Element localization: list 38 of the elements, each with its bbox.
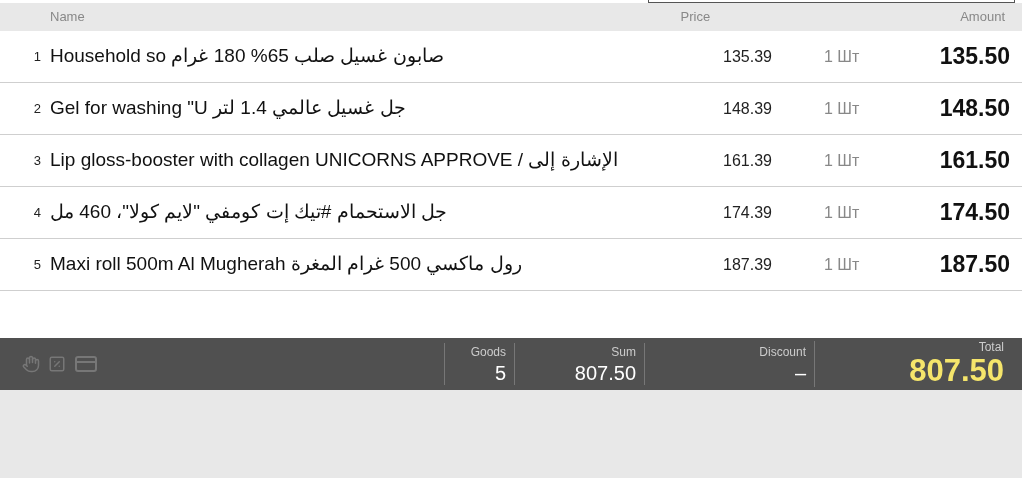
- total-value: 807.50: [909, 353, 1004, 389]
- amount-cell-text: 135.50: [938, 42, 1011, 72]
- quantity-cell-text: 1 Шт: [823, 254, 861, 275]
- amount-cell-text: 161.50: [938, 146, 1011, 176]
- amount-cell-text: 148.50: [938, 94, 1011, 124]
- product-name: Household so صابون غسيل صلب 65% 180 غرام: [50, 44, 445, 69]
- product-name: جل الاستحمام #تيك إت كومفي "لايم كولا"، 460 مل: [50, 200, 448, 225]
- product-name: Lip gloss-booster with collagen UNICORNS APPROVE / الإشارة إلى: [50, 148, 619, 173]
- column-header[interactable]: Amount: [960, 7, 1005, 27]
- sum-value: 807.50: [574, 361, 636, 385]
- price-cell-text: 148.39: [722, 98, 772, 119]
- row-number: 1: [32, 47, 42, 66]
- total-label: Total: [978, 341, 1004, 353]
- row-number: 5: [32, 255, 42, 274]
- amount-cell-text: 174.50: [938, 198, 1011, 228]
- percent-icon[interactable]: [48, 355, 66, 373]
- row-number: 3: [32, 151, 42, 170]
- discount-label: Discount: [759, 344, 806, 361]
- quantity-cell-text: 1 Шт: [823, 46, 861, 67]
- product-name: Maxi roll 500m Al Mugherah رول ماكسي 500 غرام المغرة: [50, 252, 523, 277]
- product-name: Gel for washing "U جل غسيل عالمي 1.4 لتر: [50, 96, 407, 121]
- quantity-cell-text: 1 Шт: [823, 98, 861, 119]
- row-number: 4: [32, 203, 42, 222]
- price-cell-text: 135.39: [722, 46, 772, 67]
- price-cell-text: 187.39: [722, 254, 772, 275]
- goods-label: Goods: [470, 344, 506, 361]
- goods-value: 5: [494, 361, 506, 385]
- sum-label: Sum: [611, 344, 636, 361]
- price-cell-text: 174.39: [722, 202, 772, 223]
- amount-cell-text: 187.50: [938, 250, 1011, 280]
- column-header[interactable]: Price: [610, 7, 711, 27]
- column-header[interactable]: Name: [50, 7, 611, 27]
- quantity-cell-text: 1 Шт: [823, 202, 861, 223]
- price-cell-text: 161.39: [722, 150, 772, 171]
- hand-icon[interactable]: [22, 355, 40, 373]
- row-number: 2: [32, 99, 42, 118]
- quantity-cell-text: 1 Шт: [823, 150, 861, 171]
- discount-value: –: [794, 361, 806, 385]
